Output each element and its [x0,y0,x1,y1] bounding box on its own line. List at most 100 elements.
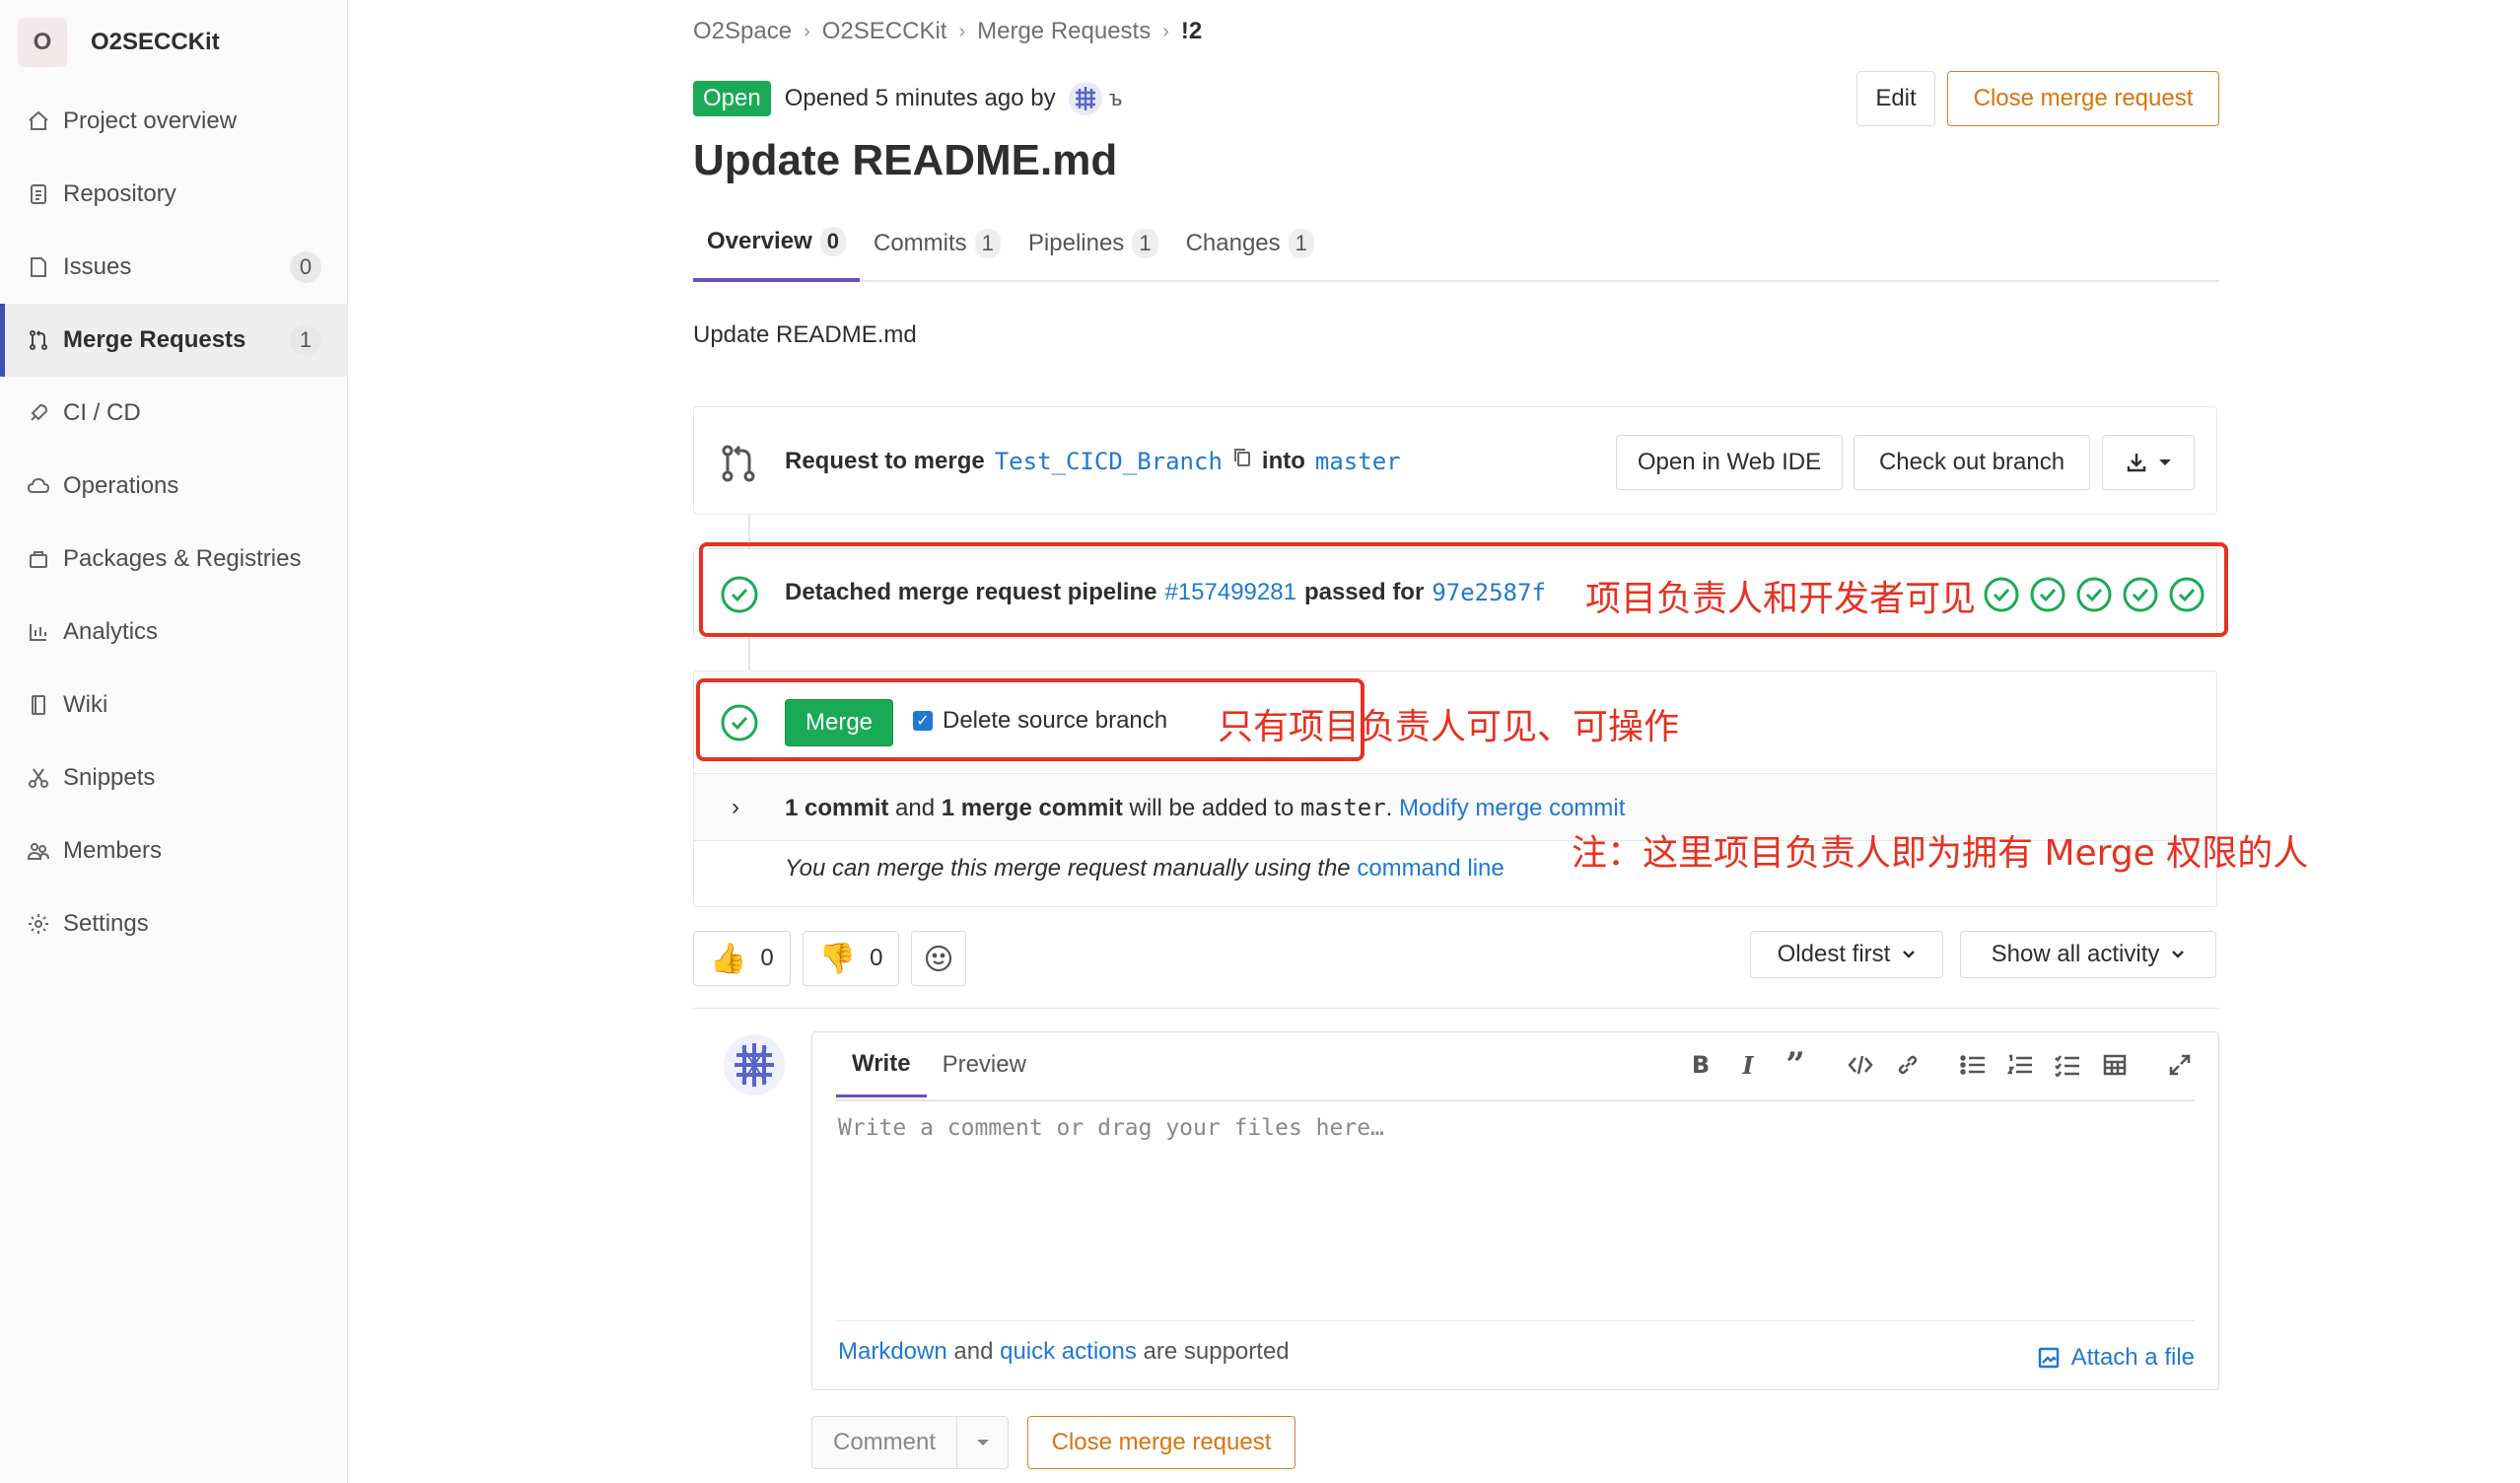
quote-icon[interactable]: ” [1781,1045,1810,1085]
rocket-icon [26,400,51,426]
project-name[interactable]: O2SECCKit [91,29,220,56]
open-in-web-ide-button[interactable]: Open in Web IDE [1616,435,1843,490]
image-icon [2038,1347,2059,1369]
chevron-down-icon [2159,459,2171,465]
target-branch-link[interactable]: master [1315,448,1401,475]
numbered-list-icon[interactable] [2005,1050,2035,1080]
sidebar-item-label: Merge Requests [63,326,246,353]
annotation-footnote: 注：这里项目负责人即为拥有 Merge 权限的人 [1572,833,2309,874]
markdown-toolbar: B I ” [1686,1045,2195,1085]
thumbs-down-button[interactable]: 👎 0 [802,931,900,986]
edit-button[interactable]: Edit [1856,71,1935,126]
mr-description: Update README.md [693,321,917,348]
link-icon[interactable] [1893,1050,1923,1080]
activity-filter-dropdown[interactable]: Show all activity [1960,931,2216,978]
sidebar-item-ci-cd[interactable]: CI / CD [0,377,347,450]
supported-text: are supported [1143,1338,1290,1365]
into-text: into [1261,447,1305,474]
sidebar-item-analytics[interactable]: Analytics [0,596,347,669]
source-branch-link[interactable]: Test_CICD_Branch [995,448,1223,475]
command-line-link[interactable]: command line [1357,855,1504,882]
breadcrumb-item-current[interactable]: !2 [1181,18,1202,45]
sidebar-item-label: Settings [63,910,149,937]
bullet-list-icon[interactable] [1958,1050,1988,1080]
author-name[interactable]: ъ [1109,86,1123,111]
comment-textarea[interactable]: Write a comment or drag your files here… [838,1115,1384,1141]
sidebar-item-merge-requests[interactable]: Merge Requests 1 [0,304,347,377]
breadcrumb-item-merge-requests[interactable]: Merge Requests [977,18,1151,45]
sidebar-item-label: Project overview [63,107,238,134]
close-merge-request-button[interactable]: Close merge request [1947,71,2219,126]
tab-changes[interactable]: Changes 1 [1172,205,1328,282]
sidebar-item-label: Issues [63,253,132,280]
sidebar-item-snippets[interactable]: Snippets [0,742,347,814]
merge-request-icon [722,445,755,482]
manual-merge-text: You can merge this merge request manuall… [785,855,1505,883]
tab-count: 0 [819,227,846,256]
attach-file-label: Attach a file [2070,1344,2195,1371]
sidebar-item-repository[interactable]: Repository [0,158,347,231]
chevron-right-icon: › [804,20,810,42]
sidebar-item-operations[interactable]: Operations [0,450,347,523]
chevron-right-icon: › [1162,20,1169,42]
italic-icon[interactable]: I [1733,1050,1763,1080]
tab-preview[interactable]: Preview [927,1032,1042,1097]
thumbs-down-count: 0 [870,945,883,971]
opened-text: Opened 5 minutes ago by [784,85,1056,111]
status-badge: Open [693,81,771,116]
markdown-link[interactable]: Markdown [838,1338,947,1365]
sort-order-dropdown[interactable]: Oldest first [1750,931,1943,978]
target-branch: master [1299,794,1386,821]
scissors-icon [26,765,51,791]
quick-actions-link[interactable]: quick actions [1000,1338,1137,1365]
author-avatar[interactable] [1068,81,1103,116]
fullscreen-icon[interactable] [2165,1050,2195,1080]
users-icon [26,838,51,864]
sidebar-item-wiki[interactable]: Wiki [0,669,347,742]
comment-type-dropdown[interactable] [957,1416,1009,1469]
and-text: and [953,1338,994,1365]
user-avatar[interactable] [723,1033,786,1096]
code-icon[interactable] [1846,1050,1875,1080]
check-out-branch-button[interactable]: Check out branch [1854,435,2090,490]
mr-tabs: Overview 0 Commits 1 Pipelines 1 Changes… [693,205,2219,282]
thumbs-up-button[interactable]: 👍 0 [693,931,791,986]
download-dropdown-button[interactable] [2102,435,2195,490]
mr-status-row: Open Opened 5 minutes ago by ъ [693,81,1122,116]
attach-file-button[interactable]: Attach a file [2038,1344,2195,1372]
table-icon[interactable] [2100,1050,2130,1080]
chevron-down-icon [976,1440,989,1446]
copy-icon[interactable] [1232,447,1252,475]
sidebar-item-packages-registries[interactable]: Packages & Registries [0,523,347,596]
sidebar-item-issues[interactable]: Issues 0 [0,231,347,304]
tab-commits[interactable]: Commits 1 [860,205,1015,282]
widget-connector [748,639,750,671]
add-reaction-button[interactable] [911,931,967,986]
tab-count: 1 [1132,229,1158,258]
page-title: Update README.md [693,136,1118,184]
sidebar-item-settings[interactable]: Settings [0,887,347,960]
bold-icon[interactable]: B [1686,1050,1715,1080]
thumbs-down-icon: 👎 [818,942,857,975]
sidebar-item-label: Members [63,837,163,864]
modify-merge-commit-link[interactable]: Modify merge commit [1399,795,1625,821]
tab-write[interactable]: Write [836,1032,927,1097]
project-header[interactable]: O O2SECCKit [0,0,347,85]
sidebar-item-members[interactable]: Members [0,814,347,887]
comment-button[interactable]: Comment [811,1416,957,1469]
home-icon [26,108,51,134]
sidebar-item-project-overview[interactable]: Project overview [0,85,347,158]
close-merge-request-bottom-button[interactable]: Close merge request [1027,1416,1295,1469]
issues-count-badge: 0 [290,251,321,283]
annotation-box-pipeline [699,542,2228,637]
book-icon [26,692,51,718]
thumbs-up-count: 0 [760,945,774,971]
task-list-icon[interactable] [2053,1050,2082,1080]
editor-tabs: Write Preview [836,1032,1042,1097]
tab-overview[interactable]: Overview 0 [693,205,860,282]
tab-pipelines[interactable]: Pipelines 1 [1015,205,1172,282]
breadcrumb-item-o2space[interactable]: O2Space [693,18,792,45]
sidebar-item-label: Snippets [63,764,156,791]
chevron-right-icon[interactable]: › [732,794,739,821]
breadcrumb-item-project[interactable]: O2SECCKit [822,18,947,45]
